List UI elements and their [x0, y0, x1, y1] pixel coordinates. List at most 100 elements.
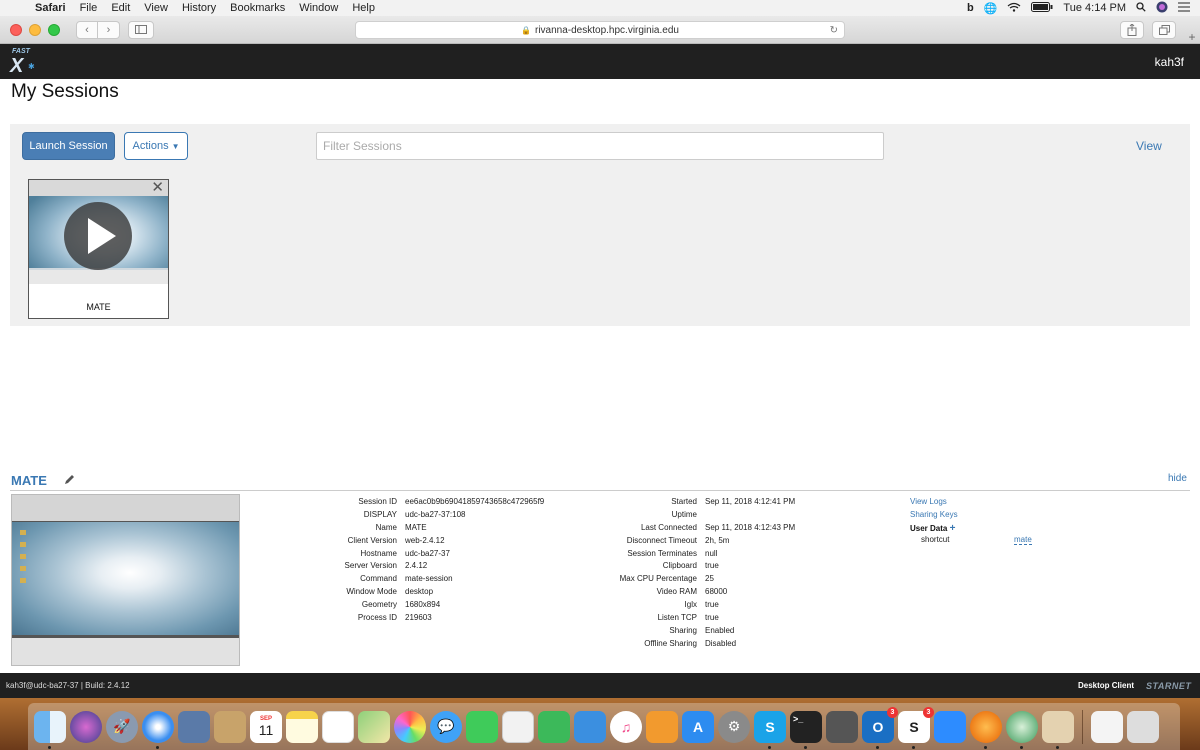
terminal-icon[interactable]: >_	[790, 710, 822, 749]
wifi-icon[interactable]	[1007, 2, 1021, 15]
new-tab-button[interactable]: +	[1184, 30, 1200, 44]
sidebar-icon	[135, 25, 147, 34]
user-data-key: shortcut	[921, 535, 950, 544]
info-row: Name MATE	[280, 523, 544, 536]
outlook-icon[interactable]: O3	[862, 706, 898, 749]
menu-help[interactable]: Help	[345, 2, 382, 14]
menu-history[interactable]: History	[175, 2, 223, 14]
reminders-icon[interactable]	[322, 710, 354, 743]
safari-icon[interactable]	[142, 710, 174, 749]
forward-button[interactable]: ›	[98, 20, 120, 39]
session-preview-thumbnail[interactable]	[11, 494, 240, 666]
spotlight-search-icon[interactable]	[1136, 1, 1146, 15]
menu-view[interactable]: View	[137, 2, 175, 14]
show-tabs-button[interactable]	[1152, 21, 1176, 39]
view-link[interactable]: View	[1136, 139, 1162, 153]
zoom-icon[interactable]	[934, 710, 966, 743]
info-value: 219603	[405, 613, 432, 623]
app-store-icon[interactable]: A	[682, 710, 714, 743]
info-value: desktop	[405, 587, 434, 597]
clock-text[interactable]: Tue 4:14 PM	[1063, 2, 1126, 14]
photos-icon[interactable]	[394, 710, 426, 743]
info-key: Hostname	[360, 548, 397, 558]
back-button[interactable]: ‹	[76, 20, 98, 39]
trash-icon[interactable]	[1127, 710, 1159, 743]
sidebar-toggle-button[interactable]	[128, 20, 154, 39]
info-key: Last Connected	[640, 522, 697, 532]
info-row: Offline Sharing Disabled	[560, 639, 795, 652]
preview-icon[interactable]	[178, 710, 210, 743]
battery-icon[interactable]	[1031, 1, 1053, 15]
ibooks-icon[interactable]	[646, 710, 678, 743]
lock-icon: 🔒	[521, 25, 531, 35]
network-globe-icon[interactable]	[1006, 710, 1038, 749]
info-value: Sep 11, 2018 4:12:43 PM	[705, 522, 796, 532]
info-row: Window Mode desktop	[280, 587, 544, 600]
museum-app-icon[interactable]	[1042, 710, 1074, 749]
hide-details-link[interactable]: hide	[1168, 473, 1187, 484]
preview-desktop	[12, 522, 239, 635]
info-row: Last Connected Sep 11, 2018 4:12:43 PM	[560, 523, 795, 536]
notification-center-icon[interactable]	[1178, 2, 1190, 15]
reload-icon[interactable]: ↻	[830, 25, 838, 36]
user-data-value-editable[interactable]: mate	[1014, 535, 1032, 545]
finder-icon[interactable]	[34, 710, 66, 749]
user-menu[interactable]: kah3f	[1155, 55, 1184, 69]
notes-icon[interactable]	[286, 710, 318, 743]
actions-dropdown-button[interactable]: Actions ▼	[124, 132, 188, 160]
menu-file[interactable]: File	[73, 2, 105, 14]
fastx-logo[interactable]: FAST X ✱	[8, 47, 36, 77]
numbers-icon[interactable]	[538, 710, 570, 743]
info-row: Started Sep 11, 2018 4:12:41 PM	[560, 497, 795, 510]
siri-icon[interactable]	[70, 710, 102, 743]
sessions-panel: Launch Session Actions ▼ View ✕ MATE	[10, 124, 1190, 326]
session-card[interactable]: ✕ MATE	[28, 179, 169, 319]
launch-session-button[interactable]: Launch Session	[22, 132, 115, 160]
info-value: true	[705, 613, 719, 623]
facetime-icon[interactable]	[466, 710, 498, 743]
messages-icon[interactable]: 💬	[430, 710, 462, 743]
contacts-icon[interactable]	[214, 710, 246, 743]
menu-edit[interactable]: Edit	[104, 2, 137, 14]
info-key: Uptime	[671, 509, 697, 519]
keynote-icon[interactable]	[574, 710, 606, 743]
skype-icon[interactable]: S	[754, 710, 786, 749]
itunes-icon[interactable]: ♫	[610, 710, 642, 743]
launchpad-icon[interactable]: 🚀	[106, 710, 138, 743]
close-window-button[interactable]	[10, 23, 22, 36]
sharing-keys-link[interactable]: Sharing Keys	[910, 510, 958, 523]
view-logs-link[interactable]: View Logs	[910, 497, 958, 510]
session-thumbnail[interactable]	[29, 196, 168, 284]
play-icon[interactable]	[64, 202, 132, 270]
bing-icon[interactable]: b	[967, 2, 974, 14]
filter-sessions-input[interactable]	[316, 132, 884, 160]
slack-icon[interactable]: S3	[898, 706, 934, 749]
info-value: null	[705, 548, 718, 558]
menu-window[interactable]: Window	[292, 2, 345, 14]
system-preferences-icon[interactable]: ⚙	[718, 710, 750, 743]
info-value	[697, 510, 705, 523]
zoom-window-button[interactable]	[48, 23, 60, 36]
firefox-icon[interactable]	[970, 710, 1002, 749]
close-icon[interactable]: ✕	[151, 178, 164, 196]
menu-bookmarks[interactable]: Bookmarks	[223, 2, 292, 14]
add-user-data-icon[interactable]: +	[950, 523, 956, 534]
share-button[interactable]	[1120, 21, 1144, 39]
documents-folder-icon[interactable]	[1091, 710, 1123, 743]
tabs-icon	[1158, 25, 1170, 35]
siri-icon[interactable]	[1156, 1, 1168, 16]
info-value: Sep 11, 2018 4:12:41 PM	[705, 497, 796, 506]
user-data-heading: User Data +	[910, 523, 958, 536]
safari-toolbar: ‹ › 🔒 rivanna-desktop.hpc.virginia.edu ↻	[0, 16, 1200, 44]
minimize-window-button[interactable]	[29, 23, 41, 36]
textedit-icon[interactable]	[502, 710, 534, 743]
calendar-icon[interactable]: SEP 11	[250, 710, 282, 743]
logo-x-icon: X	[10, 54, 24, 77]
pencil-edit-icon[interactable]	[64, 474, 75, 488]
calculator-icon[interactable]	[826, 710, 858, 743]
maps-icon[interactable]	[358, 710, 390, 743]
address-bar[interactable]: 🔒 rivanna-desktop.hpc.virginia.edu ↻	[355, 21, 845, 39]
desktop-client-link[interactable]: Desktop Client	[1078, 681, 1134, 690]
menu-app-safari[interactable]: Safari	[28, 2, 73, 14]
globe-icon[interactable]: 🌐	[984, 2, 998, 15]
